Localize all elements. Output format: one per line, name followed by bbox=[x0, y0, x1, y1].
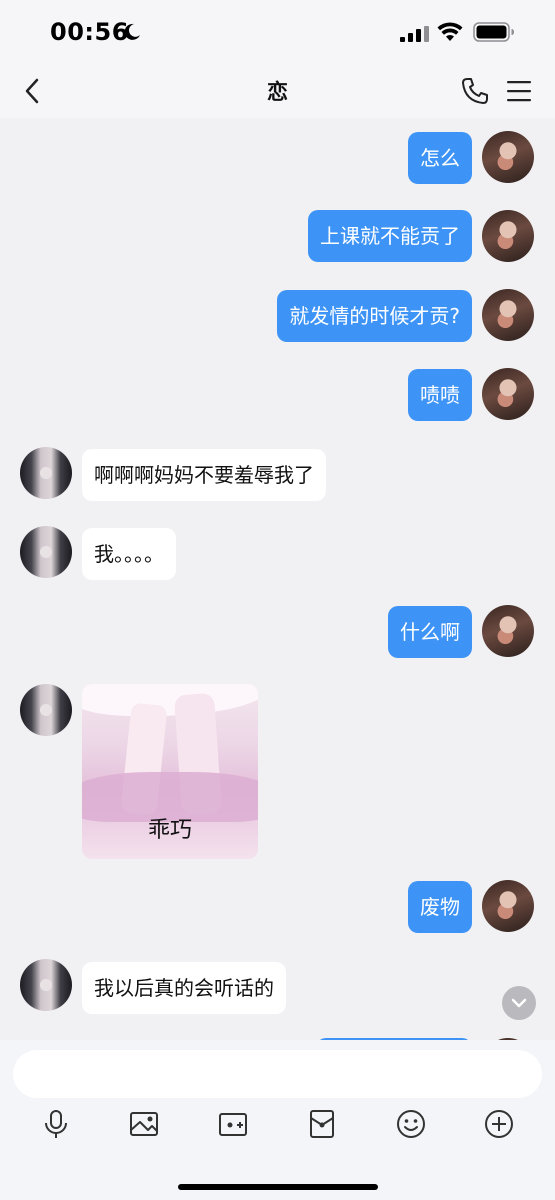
chevron-down-icon bbox=[511, 998, 527, 1008]
status-bar: 00:56 bbox=[0, 0, 555, 64]
menu-icon[interactable] bbox=[505, 78, 533, 104]
input-bar bbox=[0, 1040, 555, 1200]
moon-icon bbox=[124, 23, 140, 40]
camera-icon[interactable] bbox=[217, 1108, 249, 1140]
emoji-icon[interactable] bbox=[395, 1108, 427, 1140]
cellular-signal-icon bbox=[400, 26, 429, 42]
red-packet-icon[interactable] bbox=[306, 1108, 338, 1140]
wifi-icon bbox=[437, 22, 463, 41]
contact-avatar[interactable] bbox=[20, 959, 72, 1011]
my-avatar[interactable] bbox=[482, 131, 534, 183]
message-bubble-me[interactable]: 怎么 bbox=[408, 132, 472, 184]
image-icon[interactable] bbox=[128, 1108, 160, 1140]
message-bubble-them[interactable]: 我。。。。 bbox=[82, 528, 176, 580]
battery-icon bbox=[473, 22, 514, 42]
my-avatar[interactable] bbox=[482, 210, 534, 262]
sticker-image[interactable]: 乖巧 bbox=[82, 684, 258, 859]
my-avatar[interactable] bbox=[482, 880, 534, 932]
message-bubble-them[interactable]: 啊啊啊妈妈不要羞辱我了 bbox=[82, 449, 326, 501]
message-input[interactable] bbox=[13, 1050, 542, 1098]
mic-icon[interactable] bbox=[40, 1108, 72, 1140]
message-bubble-me[interactable]: 啧啧 bbox=[408, 369, 472, 421]
contact-avatar[interactable] bbox=[20, 447, 72, 499]
contact-avatar[interactable] bbox=[20, 526, 72, 578]
message-bubble-me[interactable]: 废物 bbox=[408, 881, 472, 933]
phone-icon[interactable] bbox=[460, 76, 490, 106]
home-indicator bbox=[178, 1184, 378, 1190]
my-avatar[interactable] bbox=[482, 605, 534, 657]
my-avatar[interactable] bbox=[482, 289, 534, 341]
chat-header: 恋 bbox=[0, 64, 555, 118]
scroll-to-bottom-button[interactable] bbox=[502, 986, 536, 1020]
plus-icon[interactable] bbox=[483, 1108, 515, 1140]
my-avatar[interactable] bbox=[482, 368, 534, 420]
message-list[interactable]: 怎么 上课就不能贡了 就发情的时候才贡? 啧啧 啊啊啊妈妈不要羞辱我了 我。。。… bbox=[0, 118, 555, 1040]
message-bubble-me[interactable]: 上课就不能贡了 bbox=[308, 210, 472, 262]
sticker-art bbox=[82, 684, 258, 716]
status-time: 00:56 bbox=[50, 18, 129, 46]
sticker-caption: 乖巧 bbox=[147, 818, 192, 843]
contact-avatar[interactable] bbox=[20, 684, 72, 736]
message-bubble-me[interactable]: 就发情的时候才贡? bbox=[277, 290, 472, 342]
message-bubble-me[interactable]: 什么啊 bbox=[388, 606, 472, 658]
message-bubble-them[interactable]: 我以后真的会听话的 bbox=[82, 962, 286, 1014]
